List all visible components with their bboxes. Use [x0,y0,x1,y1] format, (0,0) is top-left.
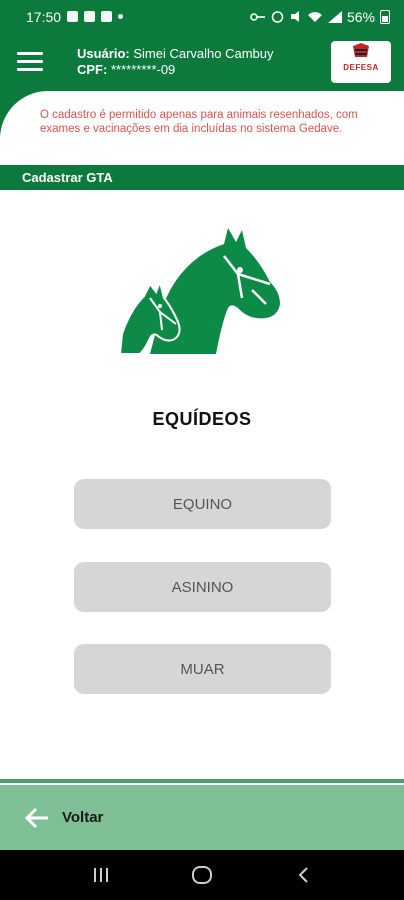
signal-icon [327,10,342,23]
teams-icon [101,11,113,22]
user-info: Usuário: Simei Carvalho Cambuy CPF: ****… [77,46,274,78]
cpf-label: CPF: [77,62,108,77]
home-icon [191,866,212,884]
app-header: Usuário: Simei Carvalho Cambuy CPF: ****… [0,33,404,91]
user-name: Simei Carvalho Cambuy [133,46,274,61]
alarm-icon [271,11,284,23]
footer-divider [0,779,404,783]
user-row: Usuário: Simei Carvalho Cambuy [77,46,274,62]
battery-percent: 56% [346,8,375,25]
back-button[interactable]: Voltar [0,785,404,850]
user-label: Usuário: [77,46,130,61]
page-title: EQUÍDEOS [152,409,252,429]
gallery-icon [67,11,79,22]
status-left: 17:50 [26,8,124,25]
wifi-icon [307,11,322,22]
back-label: Voltar [62,809,104,826]
option-muar-button[interactable]: MUAR [74,644,331,694]
cpf-value: *********-09 [110,62,176,77]
option-equino-button[interactable]: EQUINO [74,479,331,529]
status-time: 17:50 [26,8,62,25]
logo-emblem-icon [353,43,369,57]
notice-text: O cadastro é permitido apenas para anima… [0,91,404,165]
horse-illustration-icon [120,228,280,355]
section-title: Cadastrar GTA [0,165,404,190]
notice-container: O cadastro é permitido apenas para anima… [0,91,404,165]
home-button[interactable] [182,860,222,890]
menu-button[interactable] [17,52,43,72]
notification-dot-icon [118,14,124,19]
chevron-left-icon [298,867,309,883]
recent-apps-icon [93,868,108,882]
system-nav-bar [0,850,404,900]
system-back-button[interactable] [283,860,323,890]
option-asinino-button[interactable]: ASININO [74,562,331,612]
battery-icon [380,9,390,24]
document-icon [84,11,96,22]
menu-icon [17,52,43,55]
recent-apps-button[interactable] [81,860,121,890]
logo-text: DEFESA [343,63,379,72]
status-right: 56% [250,9,390,25]
status-bar: 17:50 56% [0,0,404,33]
key-icon [250,12,265,21]
cpf-row: CPF: *********-09 [77,62,274,78]
defesa-logo: DEFESA [331,41,391,83]
arrow-left-icon [24,807,48,828]
mute-icon [290,11,299,22]
